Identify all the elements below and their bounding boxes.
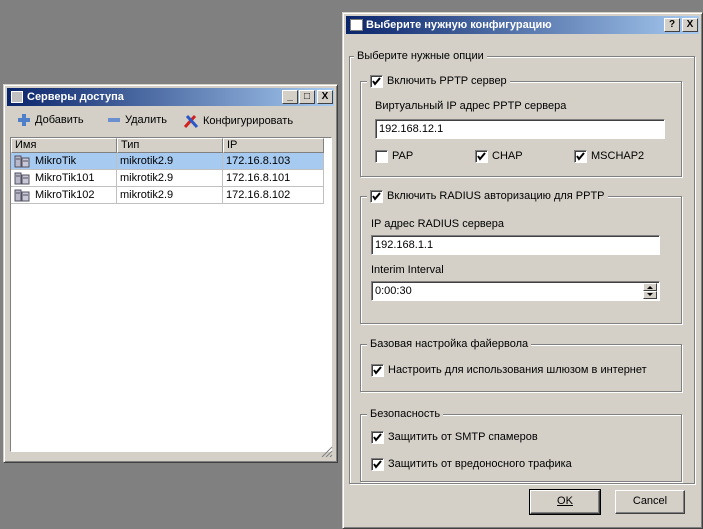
help-button[interactable]: ? <box>664 18 680 32</box>
firewall-legend: Базовая настройка файервола <box>367 337 532 351</box>
chap-checkbox[interactable] <box>475 149 488 163</box>
cell-type: mikrotik2.9 <box>117 153 223 170</box>
minus-icon <box>108 118 120 122</box>
column-header-type[interactable]: Тип <box>117 138 223 153</box>
malicious-label: Защитить от вредоносного трафика <box>388 458 572 470</box>
config-titlebar[interactable]: Выберите нужную конфигурацию ? X <box>346 16 699 34</box>
radius-group: Включить RADIUS авторизацию для PPTP IP … <box>360 189 682 324</box>
pap-option[interactable]: PAP <box>375 149 413 163</box>
config-dialog-title: Выберите нужную конфигурацию <box>366 19 552 31</box>
configure-button[interactable]: Конфигурировать <box>183 113 293 129</box>
smtp-label: Защитить от SMTP спамеров <box>388 431 538 443</box>
options-group: Выберите нужные опции Включить PPTP серв… <box>349 49 695 484</box>
radius-server-label: IP адрес RADIUS сервера <box>371 218 505 230</box>
cell-ip: 172.16.8.101 <box>223 170 324 187</box>
mschap2-option[interactable]: MSCHAP2 <box>574 149 644 163</box>
ok-button-label: OK <box>557 495 573 507</box>
tools-icon <box>183 114 199 129</box>
maximize-button[interactable]: □ <box>299 90 315 104</box>
cancel-button[interactable]: Cancel <box>615 490 685 514</box>
firewall-group: Базовая настройка файервола Настроить дл… <box>360 337 682 392</box>
column-header-name[interactable]: Имя <box>11 138 117 153</box>
config-dialog: Выберите нужную конфигурацию ? X Выберит… <box>342 12 703 529</box>
options-group-legend: Выберите нужные опции <box>354 49 487 63</box>
servers-window-icon <box>11 91 23 103</box>
cell-ip: 172.16.8.103 <box>223 153 324 170</box>
radius-legend[interactable]: Включить RADIUS авторизацию для PPTP <box>367 189 608 203</box>
pptp-legend[interactable]: Включить PPTP сервер <box>367 74 510 88</box>
pptp-enable-label: Включить PPTP сервер <box>387 75 507 87</box>
checkmark-icon <box>373 432 382 442</box>
servers-table: Имя Тип IP MikroTik mikrotik2.9 172.16.8… <box>10 137 332 452</box>
ok-button[interactable]: OK <box>529 489 601 515</box>
security-group: Безопасность Защитить от SMTP спамеров З… <box>360 407 682 482</box>
arrow-up-icon <box>647 286 653 289</box>
table-row[interactable]: MikroTik101 mikrotik2.9 172.16.8.101 <box>11 170 324 187</box>
checkmark-icon <box>477 151 486 161</box>
cell-name: MikroTik <box>11 153 117 170</box>
cell-type: mikrotik2.9 <box>117 187 223 204</box>
table-row[interactable]: MikroTik102 mikrotik2.9 172.16.8.102 <box>11 187 324 204</box>
spin-down-button[interactable] <box>643 291 657 299</box>
cell-name: MikroTik101 <box>11 170 117 187</box>
checkmark-icon <box>373 365 382 375</box>
checkmark-icon <box>373 459 382 469</box>
mschap2-label: MSCHAP2 <box>591 150 645 162</box>
resize-grip-icon[interactable] <box>321 446 333 458</box>
gateway-checkbox[interactable] <box>371 363 384 377</box>
radius-enable-checkbox[interactable] <box>370 189 383 203</box>
mschap2-checkbox[interactable] <box>574 149 587 163</box>
remove-button[interactable]: Удалить <box>107 113 167 129</box>
pptp-group: Включить PPTP сервер Виртуальный IP адре… <box>360 74 682 177</box>
gateway-option[interactable]: Настроить для использования шлюзом в инт… <box>371 363 647 377</box>
gateway-label: Настроить для использования шлюзом в инт… <box>388 364 647 376</box>
cell-name: MikroTik102 <box>11 187 117 204</box>
minimize-button[interactable]: _ <box>282 90 298 104</box>
remove-button-label: Удалить <box>125 113 167 126</box>
arrow-down-icon <box>647 293 653 296</box>
servers-titlebar[interactable]: Серверы доступа _ □ X <box>7 88 334 106</box>
cell-ip: 172.16.8.102 <box>223 187 324 204</box>
add-button[interactable]: Добавить <box>17 113 84 129</box>
plus-icon <box>18 114 30 126</box>
servers-window-title: Серверы доступа <box>27 91 124 103</box>
interim-interval-value: 0:00:30 <box>375 285 412 297</box>
interim-interval-label: Interim Interval <box>371 264 444 276</box>
chap-label: CHAP <box>492 150 523 162</box>
pptp-enable-checkbox[interactable] <box>370 74 383 88</box>
smtp-checkbox[interactable] <box>371 430 384 444</box>
checkmark-icon <box>372 76 381 86</box>
pap-label: PAP <box>392 150 414 162</box>
table-row[interactable]: MikroTik mikrotik2.9 172.16.8.103 <box>11 153 324 170</box>
cell-type: mikrotik2.9 <box>117 170 223 187</box>
column-header-ip[interactable]: IP <box>223 138 324 153</box>
add-button-label: Добавить <box>35 113 84 126</box>
dialog-window-icon <box>350 19 363 31</box>
dialog-close-button[interactable]: X <box>682 18 698 32</box>
configure-button-label: Конфигурировать <box>203 114 294 127</box>
virtual-ip-input[interactable]: 192.168.12.1 <box>375 119 665 139</box>
spin-up-button[interactable] <box>643 283 657 291</box>
malicious-option[interactable]: Защитить от вредоносного трафика <box>371 457 572 471</box>
close-button[interactable]: X <box>317 90 333 104</box>
servers-window: Серверы доступа _ □ X Добавить Удалить К… <box>3 84 338 463</box>
checkmark-icon <box>576 151 585 161</box>
radius-enable-label: Включить RADIUS авторизацию для PPTP <box>387 190 605 202</box>
virtual-ip-label: Виртуальный IP адрес PPTP сервера <box>375 100 567 112</box>
malicious-checkbox[interactable] <box>371 457 384 471</box>
smtp-option[interactable]: Защитить от SMTP спамеров <box>371 430 538 444</box>
pap-checkbox[interactable] <box>375 149 388 163</box>
chap-option[interactable]: CHAP <box>475 149 523 163</box>
security-legend: Безопасность <box>367 407 444 421</box>
interim-interval-input[interactable]: 0:00:30 <box>371 281 660 301</box>
radius-server-input[interactable]: 192.168.1.1 <box>371 235 660 255</box>
checkmark-icon <box>372 191 381 201</box>
